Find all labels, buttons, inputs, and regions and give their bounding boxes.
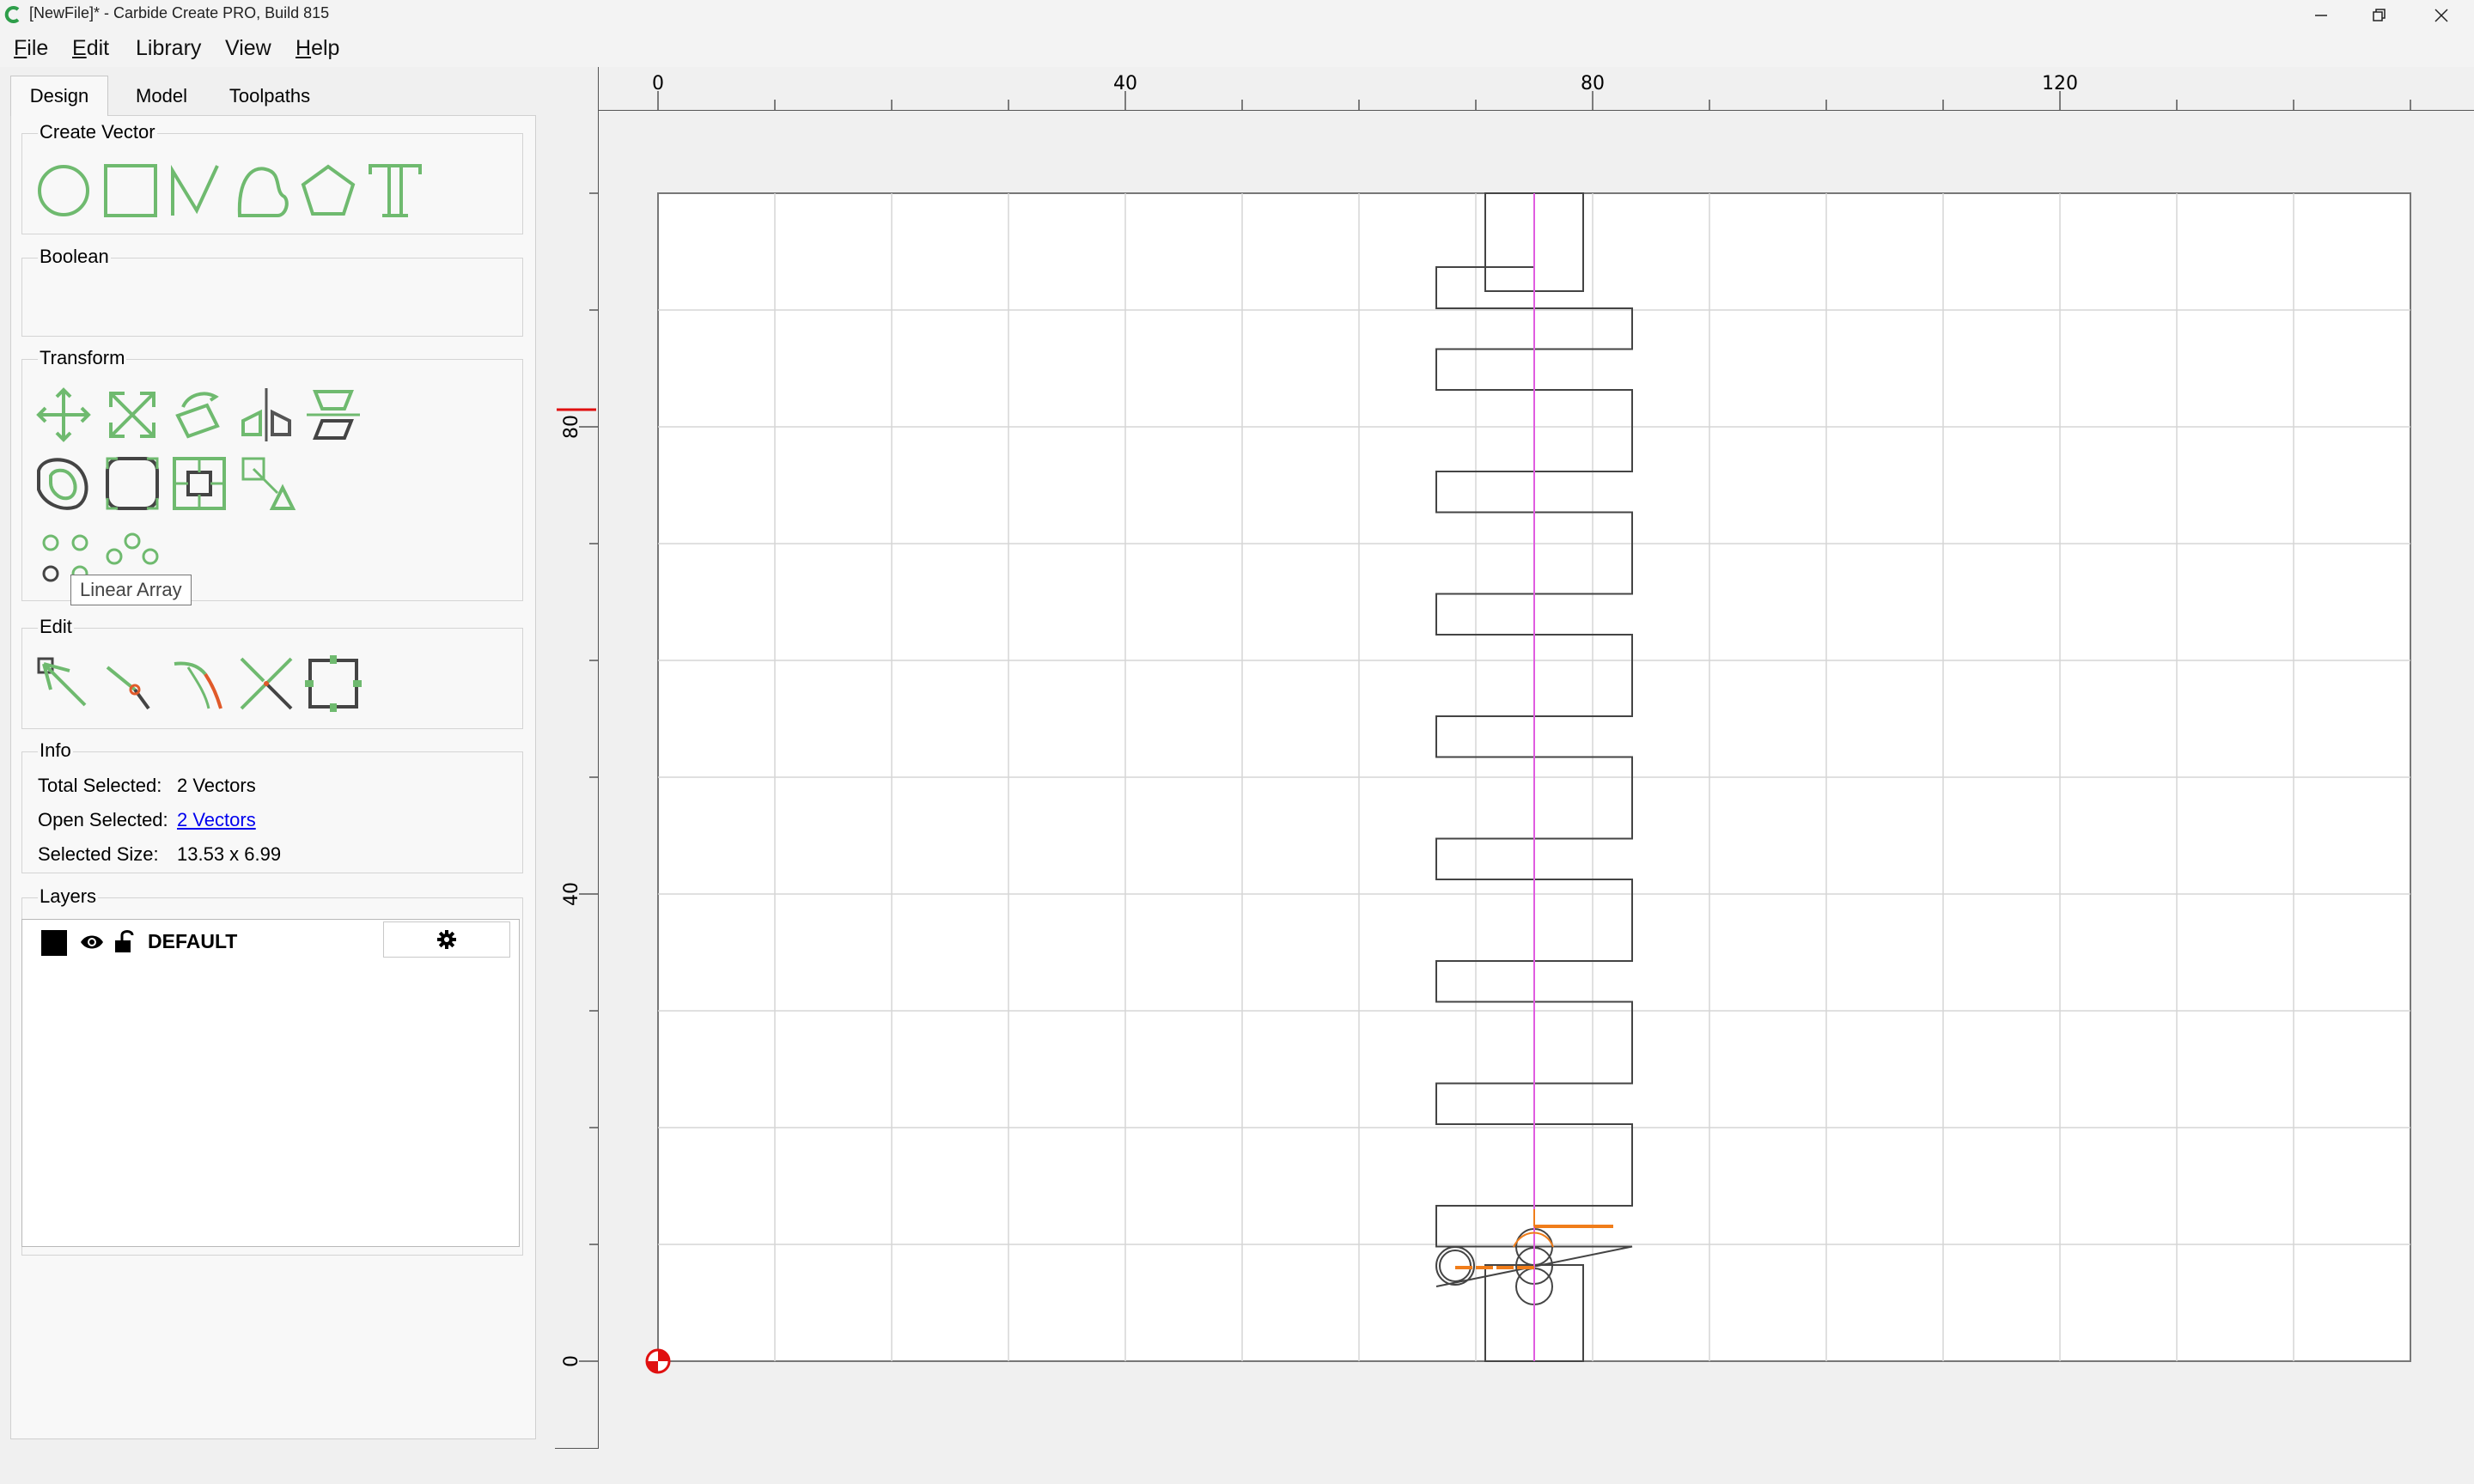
tab-design[interactable]: Design [10,76,108,116]
v-ruler-label-0: 0 [561,1355,582,1367]
ruler-marks: 0 40 80 120 80 40 0 [557,73,2411,1367]
tooltip-linear-array: Linear Array [70,575,192,605]
vertical-ruler-ticks [579,192,598,1362]
h-ruler-label-0: 0 [652,73,664,94]
horizontal-ruler-ticks [657,91,2411,110]
v-ruler-label-80: 80 [561,415,582,439]
v-ruler-label-40: 40 [561,882,582,906]
h-ruler-label-80: 80 [1581,73,1605,94]
h-ruler-label-120: 120 [2042,73,2078,94]
h-ruler-label-40: 40 [1113,73,1137,94]
